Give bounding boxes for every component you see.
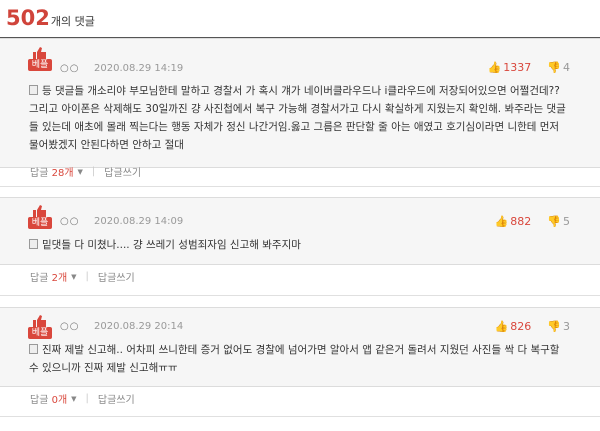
document-icon	[29, 239, 38, 249]
comment-date: 2020.08.29 14:09	[94, 216, 184, 227]
comment-text-content: 등 댓글들 개소리야 부모님한테 말하고 경찰서 가 혹시 걔가 네이버클라우드…	[29, 85, 566, 151]
best-badge: 베플	[28, 315, 52, 339]
comment-body: 베플 ○○ 2020.08.29 14:09 👍 882 👎 5 밑댓들 다 미…	[0, 197, 600, 265]
write-reply-button[interactable]: 답글쓰기	[104, 164, 141, 179]
best-badge: 베플	[28, 47, 52, 71]
comment-item: 베플 ○○ 2020.08.29 20:14 👍 826 👎 3 진짜 제발 신…	[0, 307, 600, 417]
comment-count: 502	[6, 6, 50, 30]
upvote-icon[interactable]: 👍	[488, 61, 502, 74]
reply-label[interactable]: 답글	[30, 269, 48, 284]
thumbs-up-icon	[33, 205, 46, 217]
upvote-count[interactable]: 1337	[503, 61, 531, 74]
write-reply-button[interactable]: 답글쓰기	[98, 269, 135, 284]
comment-author[interactable]: ○○	[60, 63, 79, 74]
comment-text-content: 진짜 제발 신고해.. 어차피 쓰니한테 증거 없어도 경찰에 넘어가면 알아서…	[29, 344, 560, 374]
comment-item: 베플 ○○ 2020.08.29 14:09 👍 882 👎 5 밑댓들 다 미…	[0, 197, 600, 296]
reply-label[interactable]: 답글	[30, 391, 48, 406]
comment-author[interactable]: ○○	[60, 216, 79, 227]
upvote-count[interactable]: 882	[510, 215, 531, 228]
comment-actions: 답글 2개 ▼ | 답글쓰기	[30, 269, 135, 284]
reply-count[interactable]: 2개	[52, 269, 68, 284]
comment-item: 베플 ○○ 2020.08.29 14:19 👍 1337 👎 4 등 댓글들 …	[0, 38, 600, 187]
comment-count-suffix: 개의 댓글	[50, 15, 95, 28]
best-badge-label: 베플	[28, 217, 52, 229]
comment-body: 베플 ○○ 2020.08.29 20:14 👍 826 👎 3 진짜 제발 신…	[0, 307, 600, 387]
comment-count-header: 502 개의 댓글	[6, 0, 95, 36]
reply-count[interactable]: 0개	[52, 391, 68, 406]
comment-text: 진짜 제발 신고해.. 어차피 쓰니한테 증거 없어도 경찰에 넘어가면 알아서…	[29, 341, 570, 377]
upvote-icon[interactable]: 👍	[495, 215, 509, 228]
downvote-icon[interactable]: 👎	[547, 215, 561, 228]
downvote-icon[interactable]: 👎	[547, 320, 561, 333]
comment-text-content: 밑댓들 다 미쳤나.... 걍 쓰레기 성범죄자임 신고해 봐주지마	[42, 239, 301, 251]
comment-actions: 답글 0개 ▼ | 답글쓰기	[30, 391, 135, 406]
vote-area: 👍 882 👎 5	[495, 215, 570, 228]
upvote-count[interactable]: 826	[510, 320, 531, 333]
action-divider: |	[85, 271, 89, 282]
comment-text: 밑댓들 다 미쳤나.... 걍 쓰레기 성범죄자임 신고해 봐주지마	[29, 236, 570, 254]
thumbs-up-icon	[33, 315, 46, 327]
downvote-count[interactable]: 4	[563, 61, 570, 74]
best-badge-label: 베플	[28, 327, 52, 339]
downvote-count[interactable]: 5	[563, 215, 570, 228]
action-divider: |	[85, 393, 89, 404]
thumbs-up-icon	[33, 47, 46, 59]
vote-area: 👍 826 👎 3	[495, 320, 570, 333]
action-divider: |	[91, 166, 96, 177]
comment-actions: 답글 28개 ▼ | 답글쓰기	[30, 164, 141, 179]
comment-date: 2020.08.29 20:14	[94, 321, 184, 332]
chevron-down-icon[interactable]: ▼	[71, 395, 76, 403]
downvote-icon[interactable]: 👎	[547, 61, 561, 74]
document-icon	[29, 85, 38, 95]
comment-author[interactable]: ○○	[60, 321, 79, 332]
comment-body: 베플 ○○ 2020.08.29 14:19 👍 1337 👎 4 등 댓글들 …	[0, 38, 600, 168]
vote-area: 👍 1337 👎 4	[488, 61, 570, 74]
reply-count[interactable]: 28개	[52, 164, 74, 179]
chevron-down-icon[interactable]: ▼	[71, 273, 76, 281]
comment-date: 2020.08.29 14:19	[94, 63, 184, 74]
upvote-icon[interactable]: 👍	[495, 320, 509, 333]
reply-label[interactable]: 답글	[30, 164, 48, 179]
downvote-count[interactable]: 3	[563, 320, 570, 333]
chevron-down-icon[interactable]: ▼	[78, 168, 83, 176]
best-badge-label: 베플	[28, 59, 52, 71]
document-icon	[29, 344, 38, 354]
comment-text: 등 댓글들 개소리야 부모님한테 말하고 경찰서 가 혹시 걔가 네이버클라우드…	[29, 82, 570, 154]
best-badge: 베플	[28, 205, 52, 229]
write-reply-button[interactable]: 답글쓰기	[98, 391, 135, 406]
